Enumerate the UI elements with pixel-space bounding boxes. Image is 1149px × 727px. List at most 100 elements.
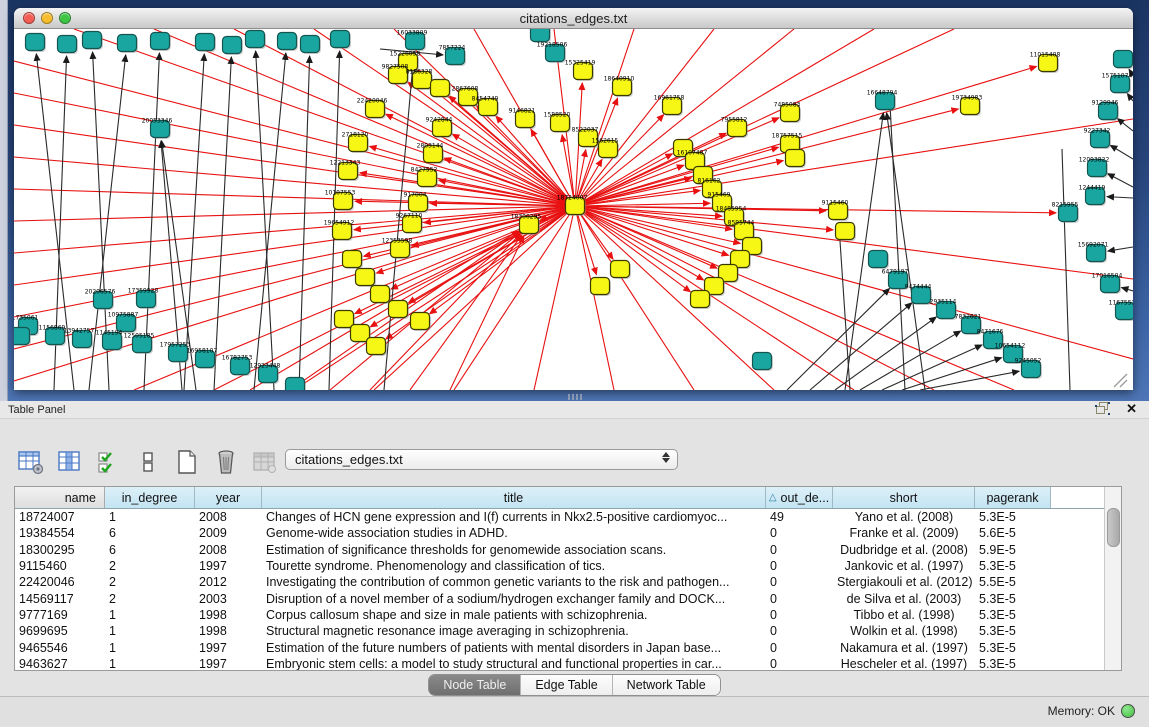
graph-node[interactable] [246, 31, 267, 50]
graph-node[interactable]: 2718120 [342, 132, 369, 154]
graph-node[interactable]: 1588520 [544, 112, 571, 134]
tab-edge-table[interactable]: Edge Table [521, 675, 612, 695]
graph-node[interactable] [691, 291, 712, 310]
graph-node[interactable]: 12213343 [330, 160, 361, 182]
graph-node[interactable] [343, 251, 364, 270]
tab-network-table[interactable]: Network Table [613, 675, 720, 695]
graph-node[interactable]: 1562615 [592, 138, 619, 160]
graph-node[interactable]: 19218506 [537, 42, 568, 64]
graph-node[interactable]: 16782753 [222, 355, 253, 377]
network-graph-canvas[interactable]: 1872400715226058982750881863282867608845… [14, 29, 1133, 390]
column-header-name[interactable]: name [15, 487, 105, 508]
graph-node[interactable]: 10107553 [325, 190, 356, 212]
graph-node[interactable] [591, 278, 612, 297]
column-header-out_de[interactable]: △out_de... [766, 487, 833, 508]
graph-node[interactable]: 1156869 [39, 325, 66, 347]
table-selector-dropdown[interactable]: citations_edges.txt [285, 449, 678, 470]
graph-node[interactable] [151, 33, 172, 52]
graph-node[interactable] [389, 301, 410, 320]
graph-node[interactable]: 8186328 [406, 69, 433, 91]
graph-node[interactable] [83, 32, 104, 51]
graph-node[interactable]: 12093822 [1079, 157, 1110, 179]
graph-node[interactable]: 12505185 [124, 333, 155, 355]
memory-status-icon[interactable] [1121, 704, 1135, 718]
network-window-titlebar[interactable]: citations_edges.txt [14, 8, 1133, 29]
column-header-year[interactable]: year [195, 487, 262, 508]
graph-node[interactable]: 12353598 [382, 238, 413, 260]
graph-node[interactable] [356, 269, 377, 288]
graph-node[interactable]: 19734983 [952, 95, 983, 117]
graph-node[interactable]: 9129946 [1092, 100, 1119, 122]
table-row[interactable]: 1938455462009Genome-wide association stu… [15, 525, 1105, 541]
graph-node[interactable] [58, 36, 79, 55]
graph-node[interactable]: 9242844 [426, 117, 453, 139]
graph-node[interactable] [611, 261, 632, 280]
graph-node[interactable]: 7955812 [721, 117, 748, 139]
new-document-icon[interactable] [174, 449, 200, 475]
close-panel-icon[interactable]: ✕ [1126, 402, 1137, 415]
graph-node[interactable] [14, 328, 31, 347]
graph-node[interactable]: 16033809 [397, 30, 428, 52]
graph-node[interactable]: 19654912 [324, 220, 355, 242]
graph-node[interactable] [223, 37, 244, 56]
graph-node[interactable]: 8215955 [1052, 202, 1079, 224]
column-header-pagerank[interactable]: pagerank [975, 487, 1051, 508]
graph-node[interactable]: 18640910 [604, 76, 635, 98]
table-settings-icon[interactable] [18, 449, 44, 475]
graph-node[interactable]: 7485083 [774, 102, 801, 124]
graph-node[interactable]: 20053346 [142, 118, 173, 140]
tab-node-table[interactable]: Node Table [429, 675, 521, 695]
table-row[interactable]: 946362711997Embryonic stem cells: a mode… [15, 656, 1105, 670]
graph-node[interactable] [431, 80, 452, 99]
graph-node[interactable] [836, 223, 857, 242]
column-header-title[interactable]: title [262, 487, 766, 508]
minimize-window-icon[interactable] [41, 12, 53, 24]
delete-table-icon[interactable] [213, 449, 239, 475]
table-row[interactable]: 1830029562008Estimation of significance … [15, 542, 1105, 558]
maximize-window-icon[interactable] [59, 12, 71, 24]
graph-node[interactable] [301, 36, 322, 55]
table-row[interactable]: 977716911998Corpus callosum shape and si… [15, 607, 1105, 623]
scrollbar-thumb[interactable] [1107, 508, 1120, 547]
graph-node[interactable] [411, 313, 432, 332]
rows-icon[interactable] [135, 449, 161, 475]
graph-node[interactable] [869, 251, 890, 270]
float-window-icon[interactable] [1095, 402, 1110, 415]
graph-node[interactable] [286, 378, 307, 391]
table-row[interactable]: 2242004622012Investigating the contribut… [15, 574, 1105, 590]
table-row[interactable]: 969969511998Structural magnetic resonanc… [15, 623, 1105, 639]
graph-node[interactable]: 16961758 [654, 95, 685, 117]
graph-node[interactable] [753, 353, 774, 372]
graph-node[interactable]: 1167553 [1109, 300, 1133, 322]
graph-node[interactable] [331, 31, 352, 50]
graph-node[interactable] [118, 35, 139, 54]
panel-splitter-handle[interactable] [568, 394, 582, 400]
graph-node[interactable]: 11015408 [1030, 52, 1061, 74]
resize-grip-icon[interactable] [1114, 374, 1127, 387]
graph-node[interactable]: 9245052 [1015, 358, 1042, 380]
graph-node[interactable]: 8427552 [411, 167, 438, 189]
graph-node[interactable]: 2935114 [930, 299, 957, 321]
table-row[interactable]: 911546021997Tourette syndrome. Phenomeno… [15, 558, 1105, 574]
graph-node[interactable]: 1244419 [1079, 185, 1106, 207]
graph-node[interactable]: 15325419 [565, 60, 596, 82]
import-table-icon[interactable] [252, 449, 278, 475]
table-row[interactable]: 1456911722003Disruption of a novel membe… [15, 590, 1105, 606]
graph-node[interactable]: 15692071 [1078, 242, 1109, 264]
graph-node[interactable]: 17359928 [128, 288, 159, 310]
graph-node[interactable] [371, 286, 392, 305]
graph-node[interactable]: 15751074 [1102, 73, 1133, 95]
graph-node[interactable]: 1145194 [96, 330, 123, 352]
graph-node[interactable]: 20206576 [85, 289, 116, 311]
network-window[interactable]: citations_edges.txt 18724007152260589827… [14, 8, 1133, 390]
graph-node[interactable] [1114, 51, 1134, 70]
graph-node[interactable] [26, 34, 47, 53]
graph-node[interactable]: 9227342 [1084, 128, 1111, 150]
table-row[interactable]: 1872400712008Changes of HCN gene express… [15, 509, 1105, 525]
table-row[interactable]: 946554611997Estimation of the future num… [15, 639, 1105, 655]
column-header-in_degree[interactable]: in_degree [105, 487, 195, 508]
table-column-icon[interactable] [57, 449, 83, 475]
graph-node[interactable] [278, 33, 299, 52]
table-vertical-scrollbar[interactable] [1104, 487, 1121, 670]
graph-node[interactable]: 16648794 [867, 90, 898, 112]
